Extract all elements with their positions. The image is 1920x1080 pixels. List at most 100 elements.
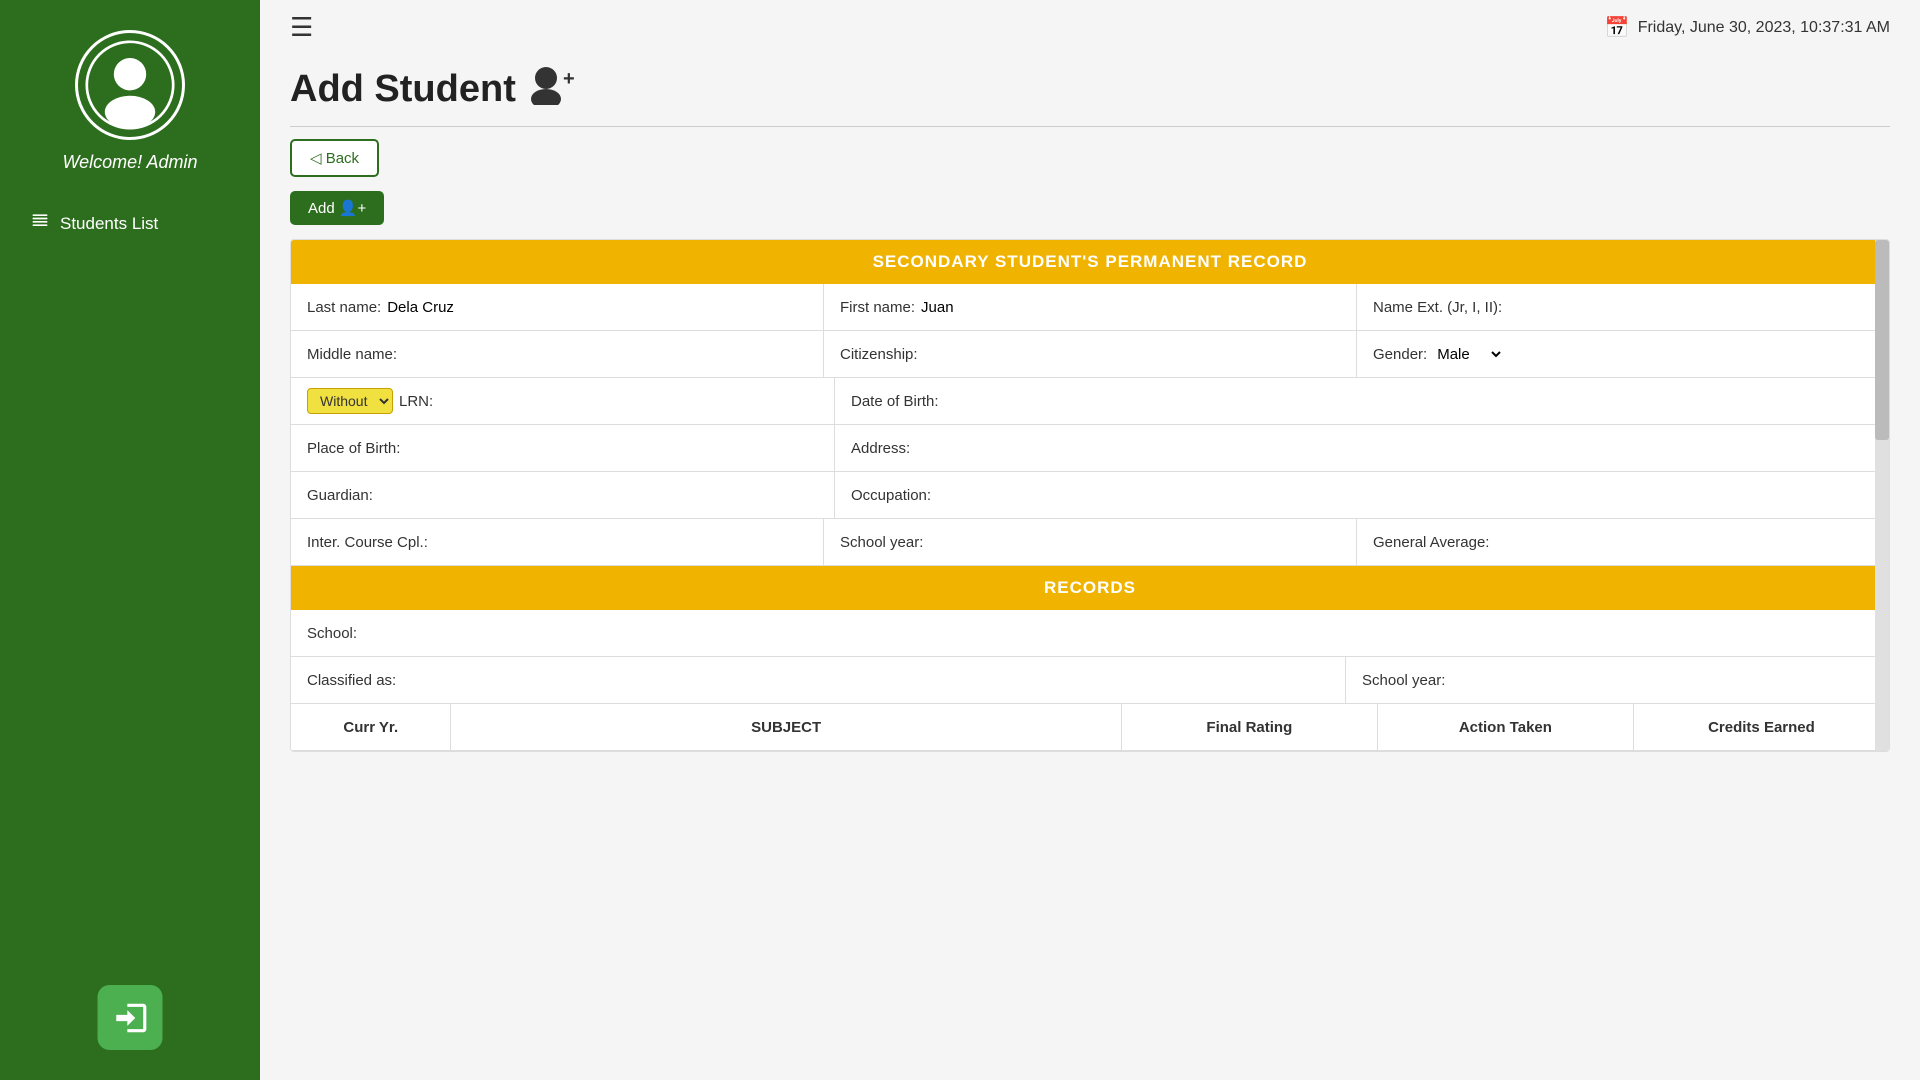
general-average-cell: General Average: xyxy=(1357,519,1889,565)
header-left: ☰ xyxy=(290,12,313,43)
classified-input[interactable] xyxy=(402,672,1329,689)
scrollbar-track xyxy=(1875,240,1889,751)
section2-header: RECORDS xyxy=(291,566,1889,610)
welcome-text: Welcome! Admin xyxy=(62,152,197,173)
citizenship-label: Citizenship: xyxy=(840,346,918,363)
lrn-label: LRN: xyxy=(399,393,433,410)
subject-header: SUBJECT xyxy=(451,704,1121,750)
datetime-display: Friday, June 30, 2023, 10:37:31 AM xyxy=(1638,19,1890,37)
sidebar-nav: Students List xyxy=(20,203,240,244)
guardian-label: Guardian: xyxy=(307,487,373,504)
dob-cell: Date of Birth: xyxy=(835,378,1889,424)
list-icon xyxy=(30,211,50,236)
logout-button[interactable] xyxy=(98,985,163,1050)
middle-name-label: Middle name: xyxy=(307,346,397,363)
form-row-5: Guardian: Occupation: xyxy=(291,472,1889,519)
citizenship-input[interactable] xyxy=(924,346,1340,363)
first-name-cell: First name: xyxy=(824,284,1357,330)
school-year-input[interactable] xyxy=(929,534,1340,551)
address-label: Address: xyxy=(851,440,910,457)
dob-label: Date of Birth: xyxy=(851,393,939,410)
back-button[interactable]: ◁ Back xyxy=(290,139,379,177)
citizenship-cell: Citizenship: xyxy=(824,331,1357,377)
header: ☰ 📅 Friday, June 30, 2023, 10:37:31 AM xyxy=(260,0,1920,55)
final-rating-header: Final Rating xyxy=(1122,704,1378,750)
dob-input[interactable] xyxy=(945,393,1873,410)
scrollbar-thumb[interactable] xyxy=(1875,240,1889,440)
place-of-birth-cell: Place of Birth: xyxy=(291,425,835,471)
sidebar-logout xyxy=(98,985,163,1050)
inter-course-cell: Inter. Course Cpl.: xyxy=(291,519,824,565)
credits-earned-header: Credits Earned xyxy=(1634,704,1889,750)
school-year2-label: School year: xyxy=(1362,672,1445,689)
occupation-cell: Occupation: xyxy=(835,472,1889,518)
form-row-1: Last name: First name: Name Ext. (Jr, I,… xyxy=(291,284,1889,331)
form-card: SECONDARY STUDENT'S PERMANENT RECORD Las… xyxy=(290,239,1890,752)
table-header-row: Curr Yr. SUBJECT Final Rating Action Tak… xyxy=(291,704,1889,751)
last-name-cell: Last name: xyxy=(291,284,824,330)
first-name-label: First name: xyxy=(840,299,915,316)
lrn-cell: Without With LRN: xyxy=(291,378,835,424)
sidebar-item-students-list[interactable]: Students List xyxy=(20,203,240,244)
hamburger-menu[interactable]: ☰ xyxy=(290,12,313,43)
lrn-dropdown[interactable]: Without With xyxy=(307,388,393,414)
page-title-area: Add Student + xyxy=(260,55,1920,114)
add-button-row: Add 👤+ xyxy=(290,191,1890,225)
address-input[interactable] xyxy=(916,440,1873,457)
form-row-2: Middle name: Citizenship: Gender: Male F… xyxy=(291,331,1889,378)
sidebar: Welcome! Admin Students List xyxy=(0,0,260,1080)
gender-select[interactable]: Male Female xyxy=(1433,345,1504,364)
section1-header: SECONDARY STUDENT'S PERMANENT RECORD xyxy=(291,240,1889,284)
header-right: 📅 Friday, June 30, 2023, 10:37:31 AM xyxy=(1605,15,1890,40)
school-label: School: xyxy=(307,625,357,642)
gender-label: Gender: xyxy=(1373,346,1427,363)
occupation-input[interactable] xyxy=(937,487,1873,504)
general-average-input[interactable] xyxy=(1495,534,1873,551)
inter-course-label: Inter. Course Cpl.: xyxy=(307,534,428,551)
name-ext-cell: Name Ext. (Jr, I, II): xyxy=(1357,284,1889,330)
school-input[interactable] xyxy=(363,625,1873,642)
classified-row: Classified as: School year: xyxy=(291,657,1889,704)
middle-name-cell: Middle name: xyxy=(291,331,824,377)
school-year-label: School year: xyxy=(840,534,923,551)
page-title: Add Student xyxy=(290,68,516,111)
school-year2-cell: School year: xyxy=(1346,657,1889,703)
school-row: School: xyxy=(291,610,1889,657)
lrn-input[interactable] xyxy=(439,393,818,410)
gender-cell: Gender: Male Female xyxy=(1357,331,1889,377)
content-area: ◁ Back Add 👤+ SECONDARY STUDENT'S PERMAN… xyxy=(260,139,1920,782)
school-year2-input[interactable] xyxy=(1451,672,1873,689)
school-cell: School: xyxy=(291,610,1889,656)
last-name-input[interactable] xyxy=(387,299,807,316)
general-average-label: General Average: xyxy=(1373,534,1489,551)
name-ext-input[interactable] xyxy=(1508,299,1873,316)
svg-text:+: + xyxy=(563,68,575,90)
occupation-label: Occupation: xyxy=(851,487,931,504)
middle-name-input[interactable] xyxy=(403,346,807,363)
calendar-icon: 📅 xyxy=(1605,15,1630,40)
place-of-birth-label: Place of Birth: xyxy=(307,440,400,457)
name-ext-label: Name Ext. (Jr, I, II): xyxy=(1373,299,1502,316)
avatar xyxy=(75,30,185,140)
main-content: ☰ 📅 Friday, June 30, 2023, 10:37:31 AM A… xyxy=(260,0,1920,1080)
action-buttons: ◁ Back xyxy=(290,139,1890,177)
add-button[interactable]: Add 👤+ xyxy=(290,191,384,225)
form-row-6: Inter. Course Cpl.: School year: General… xyxy=(291,519,1889,566)
school-year-cell: School year: xyxy=(824,519,1357,565)
classified-as-label: Classified as: xyxy=(307,672,396,689)
address-cell: Address: xyxy=(835,425,1889,471)
form-row-4: Place of Birth: Address: xyxy=(291,425,1889,472)
place-of-birth-input[interactable] xyxy=(406,440,818,457)
first-name-input[interactable] xyxy=(921,299,1340,316)
title-divider xyxy=(290,126,1890,127)
sidebar-item-label: Students List xyxy=(60,214,158,234)
guardian-cell: Guardian: xyxy=(291,472,835,518)
curr-yr-header: Curr Yr. xyxy=(291,704,451,750)
action-taken-header: Action Taken xyxy=(1378,704,1634,750)
inter-course-input[interactable] xyxy=(434,534,807,551)
guardian-input[interactable] xyxy=(379,487,818,504)
classified-cell: Classified as: xyxy=(291,657,1346,703)
form-row-3: Without With LRN: Date of Birth: xyxy=(291,378,1889,425)
add-student-icon: + xyxy=(528,65,578,114)
last-name-label: Last name: xyxy=(307,299,381,316)
